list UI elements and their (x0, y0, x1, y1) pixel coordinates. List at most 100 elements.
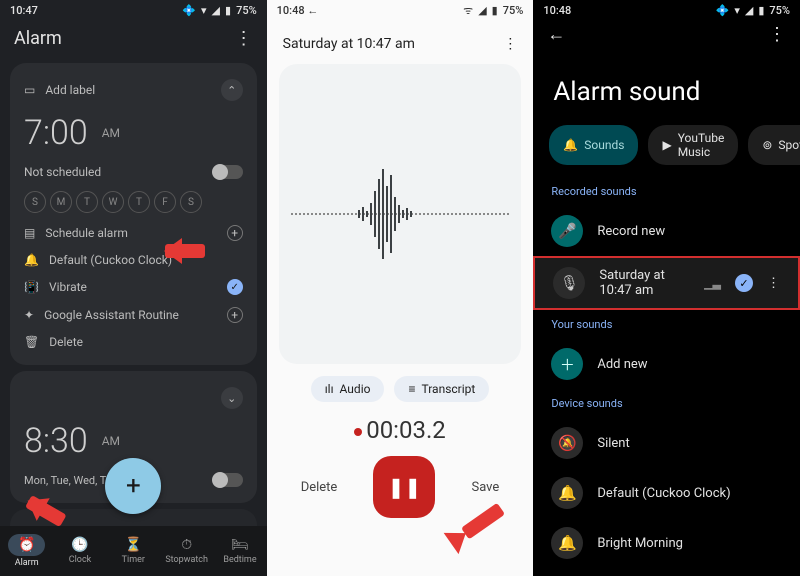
spotify-icon: ⊚ (762, 138, 772, 152)
alarm2-toggle[interactable] (213, 473, 243, 487)
pause-button[interactable]: ❚❚ (373, 456, 435, 518)
wave-mini-icon: ▁▃ (704, 277, 721, 290)
delete-row[interactable]: 🗑 Delete (24, 329, 243, 355)
nav-timer[interactable]: ⏳ Timer (107, 526, 160, 576)
signal-icon: ◢ (745, 4, 753, 17)
pane-alarm-app: 10:47 💠 ▾ ◢ ▮ 75% Alarm ⋮ ▭ Add label ⌃ … (0, 0, 267, 576)
alarm-ampm: AM (102, 126, 120, 140)
bell-icon: 🔔 (551, 527, 583, 559)
play-icon: ▶ (662, 138, 671, 152)
vibrate-checked-icon: ✓ (227, 279, 243, 295)
pill-sounds-label: Sounds (584, 138, 624, 152)
recording-title: Saturday at 10:47 am (283, 36, 415, 52)
add-new-row[interactable]: ＋ Add new (533, 339, 800, 389)
alarm-time: 7:00 (24, 113, 88, 153)
clock-icon: 🕒 (71, 537, 88, 553)
bell-off-icon: 🔕 (551, 427, 583, 459)
chevron-down-icon[interactable]: ⌄ (221, 387, 243, 409)
day-t2[interactable]: T (128, 191, 150, 213)
plus-icon: + (227, 225, 243, 241)
overflow-icon[interactable]: ⋮ (768, 24, 786, 45)
nav-stopwatch[interactable]: ⏱Stopwatch (160, 526, 213, 576)
pill-spotify[interactable]: ⊚ Spotify (748, 125, 800, 165)
transcript-icon: ≡ (408, 382, 415, 396)
waveform-bars (358, 169, 412, 259)
battery-icon: ▮ (758, 4, 764, 17)
status-time: 10:48 (277, 4, 305, 17)
sound-label: Default (Cuckoo Clock) (49, 253, 243, 267)
wifi-icon: ᯤ (463, 3, 473, 18)
delete-label: Delete (49, 335, 242, 349)
status-right: 💠 ▾ ◢ ▮ 75% (716, 4, 790, 17)
signal-icon: ◢ (212, 4, 220, 17)
nav-timer-label: Timer (122, 555, 145, 565)
save-button[interactable]: Save (471, 480, 499, 495)
recording-item-selected[interactable]: 🎙 Saturday at 10:47 am ▁▃ ✓ ⋮ (533, 256, 800, 310)
sound-bright-morning[interactable]: 🔔 Bright Morning (533, 518, 800, 568)
add-alarm-fab[interactable]: + (105, 458, 161, 514)
sound-cuckoo-clock[interactable]: 🔔 Cuckoo Clock (533, 568, 800, 576)
back-icon[interactable]: ← (547, 24, 565, 45)
sound-default-label: Default (Cuckoo Clock) (597, 486, 730, 501)
bell-icon: 🔔 (24, 253, 39, 267)
timer-icon: ⏳ (125, 537, 142, 553)
pill-sounds[interactable]: 🔔Sounds (549, 125, 638, 165)
sound-silent[interactable]: 🔕 Silent (533, 418, 800, 468)
alarm-time-row[interactable]: 7:00 AM (24, 107, 243, 159)
view-chips: ılıAudio ≡ Transcript (267, 376, 534, 402)
wifi-icon: ▾ (734, 4, 740, 17)
sound-default[interactable]: 🔔 Default (Cuckoo Clock) (533, 468, 800, 518)
add-label-row[interactable]: ▭ Add label ⌃ (24, 73, 243, 107)
alarm-toggle[interactable] (213, 165, 243, 179)
overflow-icon[interactable]: ⋮ (503, 36, 517, 52)
battery-pct: 75% (236, 4, 257, 17)
day-f[interactable]: F (154, 191, 176, 213)
record-new-row[interactable]: 🎤 Record new (533, 206, 800, 256)
delete-button[interactable]: Delete (301, 480, 338, 495)
mic-icon: 🎙 (553, 267, 585, 299)
nav-bedtime[interactable]: 🛏Bedtime (213, 526, 266, 576)
add-label-text: Add label (45, 83, 210, 97)
page-title: Alarm (14, 28, 62, 49)
nav-alarm[interactable]: ⏰Alarm (0, 526, 53, 576)
timer-value: 00:03.2 (366, 416, 446, 444)
back-icon[interactable]: ← (307, 4, 318, 17)
waveform-area (279, 64, 522, 364)
plus-icon: + (227, 307, 243, 323)
bottom-nav: ⏰Alarm 🕒Clock ⏳ Timer ⏱Stopwatch 🛏Bedtime (0, 526, 267, 576)
day-m[interactable]: M (50, 191, 72, 213)
mic-icon: 🎤 (551, 215, 583, 247)
day-w[interactable]: W (102, 191, 124, 213)
assistant-label: Google Assistant Routine (44, 308, 217, 322)
chip-transcript-label: Transcript (421, 382, 475, 396)
status-bar: 10:47 💠 ▾ ◢ ▮ 75% (0, 0, 267, 20)
status-time: 10:47 (10, 4, 38, 17)
status-bar: 10:48 💠 ▾ ◢ ▮ 75% (533, 0, 800, 20)
chip-audio[interactable]: ılıAudio (311, 376, 385, 402)
sound-row[interactable]: 🔔 Default (Cuckoo Clock) (24, 247, 243, 273)
chevron-up-icon[interactable]: ⌃ (221, 79, 243, 101)
day-s2[interactable]: S (180, 191, 202, 213)
pill-spotify-label: Spotify (778, 138, 800, 152)
chip-transcript[interactable]: ≡ Transcript (394, 376, 489, 402)
overflow-icon[interactable]: ⋮ (235, 28, 253, 49)
vibrate-label: Vibrate (49, 280, 217, 294)
trash-icon: 🗑 (24, 335, 39, 349)
status-right: ᯤ ◢ ▮ 75% (463, 3, 523, 18)
overflow-icon[interactable]: ⋮ (767, 276, 780, 291)
schedule-alarm-row[interactable]: ▤ Schedule alarm + (24, 219, 243, 247)
scheduled-row: Not scheduled (24, 159, 243, 185)
nav-clock[interactable]: 🕒Clock (53, 526, 106, 576)
elapsed-time: 00:03.2 (267, 416, 534, 444)
vibrate-row[interactable]: 📳 Vibrate ✓ (24, 273, 243, 301)
section-recorded: Recorded sounds (533, 177, 800, 206)
day-t[interactable]: T (76, 191, 98, 213)
day-s[interactable]: S (24, 191, 46, 213)
battery-pct: 75% (503, 4, 524, 17)
source-pills: 🔔Sounds ▶YouTube Music ⊚ Spotify (533, 125, 800, 177)
add-new-label: Add new (597, 357, 647, 372)
pane-recorder-app: 10:48 ← ᯤ ◢ ▮ 75% Saturday at 10:47 am ⋮… (267, 0, 534, 576)
pill-youtube-music[interactable]: ▶YouTube Music (648, 125, 738, 165)
plus-icon: ＋ (551, 348, 583, 380)
assistant-row[interactable]: ✦ Google Assistant Routine + (24, 301, 243, 329)
